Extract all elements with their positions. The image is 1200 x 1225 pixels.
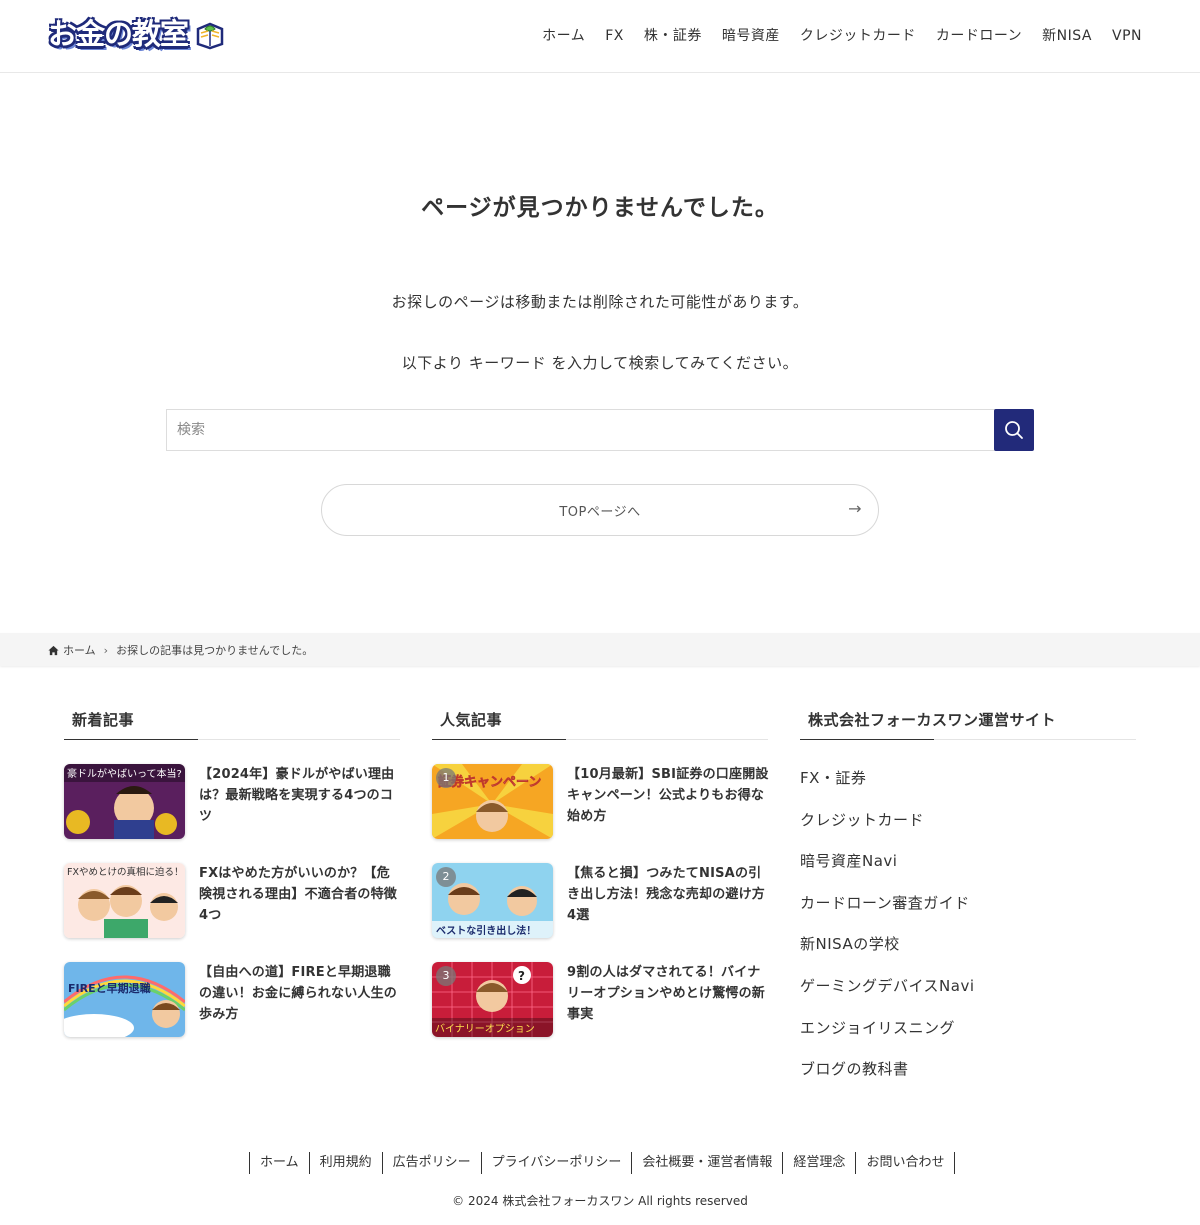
popular-posts-widget: 人気記事 証券キャンペーン 1 【10月最新】SBI証券の口座開設キャンペーン！… — [432, 700, 768, 1037]
nav-item-home[interactable]: ホーム — [542, 26, 585, 46]
footer-link-company[interactable]: 会社概要・運営者情報 — [632, 1152, 784, 1174]
search-form — [166, 409, 1034, 451]
not-found-message: お探しのページは移動または削除された可能性があります。 — [391, 293, 809, 311]
nav-item-card-loan[interactable]: カードローン — [936, 26, 1022, 46]
footer-link-terms[interactable]: 利用規約 — [310, 1152, 383, 1174]
site-link-fx[interactable]: FX・証券 — [800, 767, 866, 788]
site-link-crypto[interactable]: 暗号資産Navi — [800, 850, 897, 871]
rank-badge: 2 — [436, 867, 456, 887]
sites-title: 株式会社フォーカスワン運営サイト — [800, 700, 1136, 740]
arrow-right-icon: → — [848, 499, 862, 518]
list-item[interactable]: ? バイナリーオプション 3 9割の人はダマされてる！バイナリーオプションやめと… — [432, 962, 768, 1038]
sites-widget: 株式会社フォーカスワン運営サイト FX・証券 クレジットカード 暗号資産Navi… — [800, 700, 1136, 1078]
thumb-text: 豪ドルがやばいって本当? — [67, 767, 182, 780]
rank-badge: 1 — [436, 768, 456, 788]
search-button[interactable] — [994, 409, 1034, 451]
list-item[interactable]: 証券キャンペーン 1 【10月最新】SBI証券の口座開設キャンペーン！公式よりも… — [432, 764, 768, 840]
list-item[interactable]: FXやめとけの真相に迫る！ FXはやめた方がいいのか？【危険視される理由】不適合… — [64, 863, 400, 939]
nav-item-crypto[interactable]: 暗号資産 — [722, 26, 780, 46]
thumb-text: ベストな引き出し法！ — [436, 924, 536, 937]
top-page-button[interactable]: TOPページへ → — [321, 484, 879, 536]
site-link-card-loan[interactable]: カードローン審査ガイド — [800, 892, 970, 913]
post-title: FXはやめた方がいいのか？【危険視される理由】不適合者の特徴4つ — [199, 866, 398, 923]
site-link-nisa[interactable]: 新NISAの学校 — [800, 933, 900, 954]
breadcrumb-bar: ホーム › お探しの記事は見つかりませんでした。 — [0, 633, 1200, 666]
copyright: © 2024 株式会社フォーカスワン All rights reserved — [452, 1194, 748, 1208]
list-item[interactable]: ベストな引き出し法！ 2 【焦ると損】つみたてNISAの引き出し方法！残念な売却… — [432, 863, 768, 939]
new-posts-widget: 新着記事 豪ドルがやばいって本当? 【2024年】豪ドルがやばい理由は？最新戦略… — [64, 700, 400, 1037]
post-thumbnail: ? バイナリーオプション 3 — [432, 962, 553, 1037]
nav-item-vpn[interactable]: VPN — [1112, 26, 1142, 46]
site-link-credit-card[interactable]: クレジットカード — [800, 809, 924, 830]
post-thumbnail: FXやめとけの真相に迫る！ — [64, 863, 185, 938]
list-item[interactable]: FIREと早期退職 【自由への道】FIREと早期退職の違い！お金に縛られない人生… — [64, 962, 400, 1038]
list-item[interactable]: 豪ドルがやばいって本当? 【2024年】豪ドルがやばい理由は？最新戦略を実現する… — [64, 764, 400, 840]
site-link-listening[interactable]: エンジョイリスニング — [800, 1017, 955, 1038]
nav-item-nisa[interactable]: 新NISA — [1042, 26, 1092, 46]
footer-link-privacy[interactable]: プライバシーポリシー — [482, 1152, 633, 1174]
footer-link-philosophy[interactable]: 経営理念 — [783, 1152, 857, 1174]
chevron-right-icon: › — [103, 643, 109, 657]
popular-posts-title: 人気記事 — [432, 700, 768, 740]
footer-link-home[interactable]: ホーム — [250, 1152, 310, 1174]
post-title: 【10月最新】SBI証券の口座開設キャンペーン！公式よりもお得な始め方 — [567, 767, 769, 824]
site-link-gaming[interactable]: ゲーミングデバイスNavi — [800, 975, 975, 996]
new-posts-title: 新着記事 — [64, 700, 400, 740]
global-nav: ホーム FX 株・証券 暗号資産 クレジットカード カードローン 新NISA V… — [522, 26, 1142, 46]
thumb-text: FXやめとけの真相に迫る！ — [67, 866, 183, 878]
post-thumbnail: 豪ドルがやばいって本当? — [64, 764, 185, 839]
search-icon — [1005, 421, 1023, 439]
nav-item-stocks[interactable]: 株・証券 — [644, 26, 702, 46]
top-page-button-label: TOPページへ — [559, 504, 641, 520]
footer-link-contact[interactable]: お問い合わせ — [856, 1152, 956, 1174]
post-title: 【焦ると損】つみたてNISAの引き出し方法！残念な売却の避け方4選 — [567, 866, 766, 923]
page-title: ページが見つかりませんでした。 — [421, 195, 779, 221]
breadcrumb-current: お探しの記事は見つかりませんでした。 — [116, 644, 314, 657]
home-icon — [48, 645, 59, 655]
post-thumbnail: FIREと早期退職 — [64, 962, 185, 1037]
post-thumbnail: 証券キャンペーン 1 — [432, 764, 553, 839]
site-logo[interactable]: お金の教室 — [48, 14, 226, 58]
site-header: お金の教室 ホーム FX 株・証券 暗号資産 クレジットカード カードローン 新… — [0, 0, 1200, 73]
search-input[interactable] — [166, 409, 996, 451]
rank-badge: 3 — [436, 966, 456, 986]
svg-text:?: ? — [518, 969, 525, 983]
post-title: 【自由への道】FIREと早期退職の違い！お金に縛られない人生の歩み方 — [199, 965, 398, 1022]
nav-item-credit-card[interactable]: クレジットカード — [800, 26, 916, 46]
search-instruction: 以下より キーワード を入力して検索してみてください。 — [401, 354, 799, 372]
footer-link-ad-policy[interactable]: 広告ポリシー — [383, 1152, 482, 1174]
breadcrumb-home[interactable]: ホーム — [63, 642, 96, 658]
logo-text: お金の教室 — [48, 17, 189, 51]
thumb-text: バイナリーオプション — [435, 1023, 535, 1035]
book-icon — [196, 22, 224, 50]
site-link-blog[interactable]: ブログの教科書 — [800, 1058, 909, 1079]
post-title: 9割の人はダマされてる！バイナリーオプションやめとけ驚愕の新事実 — [567, 965, 766, 1022]
thumb-text: FIREと早期退職 — [68, 981, 151, 995]
nav-item-fx[interactable]: FX — [605, 26, 624, 46]
post-thumbnail: ベストな引き出し法！ 2 — [432, 863, 553, 938]
breadcrumb: ホーム › お探しの記事は見つかりませんでした。 — [48, 642, 313, 658]
footer-nav: ホーム 利用規約 広告ポリシー プライバシーポリシー 会社概要・運営者情報 経営… — [249, 1152, 956, 1174]
post-title: 【2024年】豪ドルがやばい理由は？最新戦略を実現する4つのコツ — [199, 767, 395, 824]
